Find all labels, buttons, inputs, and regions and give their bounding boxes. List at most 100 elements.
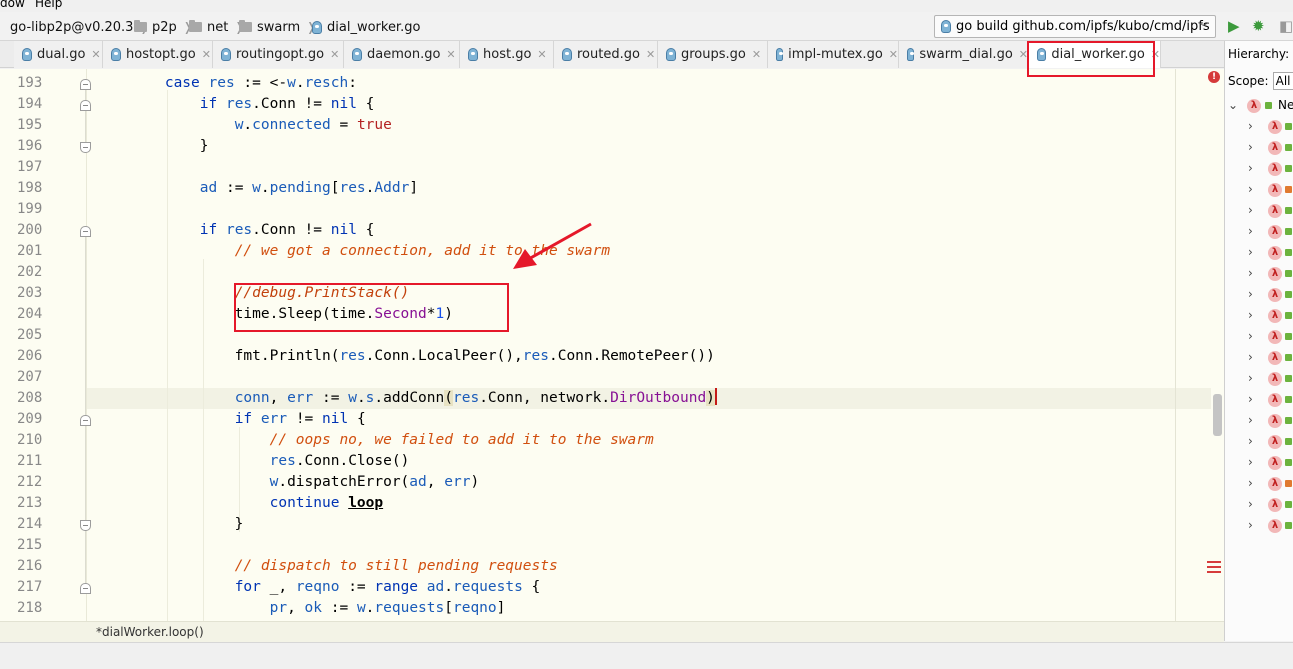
fold-marker[interactable] bbox=[80, 415, 91, 426]
hierarchy-item[interactable]: › λ bbox=[1225, 432, 1293, 453]
fold-marker[interactable] bbox=[80, 226, 91, 237]
hierarchy-item[interactable]: › λ bbox=[1225, 327, 1293, 348]
chevron-right-icon[interactable]: › bbox=[1248, 224, 1253, 238]
close-icon[interactable]: ✕ bbox=[91, 48, 100, 61]
tab-routed-go[interactable]: routed.go ✕ bbox=[554, 41, 658, 68]
visibility-icon bbox=[1285, 333, 1292, 340]
problems-marker-icon[interactable] bbox=[1207, 561, 1221, 575]
function-icon: λ bbox=[1268, 414, 1282, 428]
right-margin-guide bbox=[1175, 69, 1176, 621]
hierarchy-root[interactable]: ⌄ λ Ne bbox=[1225, 96, 1293, 117]
close-icon[interactable]: ✕ bbox=[889, 48, 898, 61]
close-icon[interactable]: ✕ bbox=[202, 48, 211, 61]
tab-hostopt-go[interactable]: hostopt.go ✕ bbox=[103, 41, 213, 68]
hierarchy-item[interactable]: › λ bbox=[1225, 495, 1293, 516]
chevron-right-icon[interactable]: › bbox=[1248, 140, 1253, 154]
hierarchy-item[interactable]: › λ bbox=[1225, 117, 1293, 138]
vertical-scrollbar[interactable] bbox=[1213, 394, 1222, 436]
breadcrumb-label: p2p bbox=[152, 19, 177, 35]
hierarchy-item[interactable]: › λ bbox=[1225, 348, 1293, 369]
tab-swarm-dial-go[interactable]: swarm_dial.go ✕ bbox=[899, 41, 1029, 68]
hierarchy-item[interactable]: › λ bbox=[1225, 264, 1293, 285]
fold-marker[interactable] bbox=[80, 79, 91, 90]
hierarchy-item[interactable]: › λ bbox=[1225, 180, 1293, 201]
breadcrumb-file[interactable]: dial_worker.go bbox=[312, 18, 420, 36]
line-number: 202 bbox=[17, 264, 43, 280]
chevron-right-icon[interactable]: › bbox=[1248, 434, 1253, 448]
chevron-right-icon[interactable]: › bbox=[1248, 287, 1253, 301]
fold-marker[interactable] bbox=[80, 100, 91, 111]
visibility-icon bbox=[1285, 438, 1292, 445]
hierarchy-item[interactable]: › λ bbox=[1225, 285, 1293, 306]
function-breadcrumb[interactable]: *dialWorker.loop() bbox=[96, 625, 204, 639]
function-icon: λ bbox=[1268, 393, 1282, 407]
hierarchy-item[interactable]: › λ bbox=[1225, 390, 1293, 411]
fold-marker[interactable] bbox=[80, 520, 91, 531]
menu-item-help[interactable]: Help bbox=[35, 0, 62, 10]
chevron-right-icon[interactable]: › bbox=[1248, 413, 1253, 427]
hierarchy-item[interactable]: › λ bbox=[1225, 516, 1293, 537]
error-indicator-icon[interactable]: ! bbox=[1208, 71, 1220, 83]
scope-select[interactable]: All bbox=[1272, 72, 1293, 90]
hierarchy-item[interactable]: › λ bbox=[1225, 369, 1293, 390]
run-icon[interactable]: ▶ bbox=[1228, 17, 1240, 35]
tab-impl-mutex-go[interactable]: impl-mutex.go ✕ bbox=[768, 41, 899, 68]
chevron-right-icon[interactable]: › bbox=[1248, 245, 1253, 259]
tab-host-go[interactable]: host.go ✕ bbox=[460, 41, 554, 68]
fold-marker[interactable] bbox=[80, 142, 91, 153]
close-icon[interactable]: ✕ bbox=[330, 48, 339, 61]
hierarchy-item[interactable]: › λ bbox=[1225, 201, 1293, 222]
chevron-down-icon[interactable]: ⌄ bbox=[1228, 98, 1238, 112]
tab-label: groups.go bbox=[681, 47, 746, 62]
hierarchy-item[interactable]: › λ bbox=[1225, 453, 1293, 474]
hierarchy-item[interactable]: › λ bbox=[1225, 243, 1293, 264]
coverage-icon[interactable]: ◧ bbox=[1279, 17, 1293, 35]
debug-icon[interactable]: ✹ bbox=[1252, 17, 1265, 35]
tab-dual-go[interactable]: dual.go ✕ bbox=[14, 41, 103, 68]
close-icon[interactable]: ✕ bbox=[537, 48, 546, 61]
chevron-right-icon[interactable]: › bbox=[1248, 266, 1253, 280]
chevron-right-icon[interactable]: › bbox=[1248, 119, 1253, 133]
tab-label: routed.go bbox=[577, 47, 640, 62]
breadcrumb-net[interactable]: net ❭ bbox=[189, 18, 244, 36]
chevron-right-icon[interactable]: › bbox=[1248, 161, 1253, 175]
function-icon: λ bbox=[1268, 288, 1282, 302]
chevron-right-icon[interactable]: › bbox=[1248, 392, 1253, 406]
breadcrumb-project[interactable]: go-libp2p@v0.20.3 ❭ bbox=[0, 18, 150, 36]
tab-routingopt-go[interactable]: routingopt.go ✕ bbox=[213, 41, 344, 68]
chevron-right-icon[interactable]: › bbox=[1248, 329, 1253, 343]
line-number: 199 bbox=[17, 201, 43, 217]
tab-label: impl-mutex.go bbox=[788, 47, 883, 62]
folder-icon bbox=[239, 20, 252, 32]
chevron-right-icon[interactable]: › bbox=[1248, 203, 1253, 217]
breadcrumb-p2p[interactable]: p2p ❭ bbox=[134, 18, 193, 36]
close-icon[interactable]: ✕ bbox=[752, 48, 761, 61]
hierarchy-item[interactable]: › λ bbox=[1225, 411, 1293, 432]
chevron-right-icon[interactable]: › bbox=[1248, 350, 1253, 364]
function-icon: λ bbox=[1268, 477, 1282, 491]
menu-item-window[interactable]: dow bbox=[0, 0, 25, 10]
hierarchy-item[interactable]: › λ bbox=[1225, 159, 1293, 180]
chevron-right-icon[interactable]: › bbox=[1248, 182, 1253, 196]
chevron-right-icon[interactable]: › bbox=[1248, 518, 1253, 532]
tab-daemon-go[interactable]: daemon.go ✕ bbox=[344, 41, 460, 68]
fold-marker[interactable] bbox=[80, 583, 91, 594]
breadcrumb-swarm[interactable]: swarm ❭ bbox=[239, 18, 316, 36]
run-configuration-select[interactable]: go build github.com/ipfs/kubo/cmd/ipfs ﹀ bbox=[934, 15, 1216, 38]
code-editor[interactable]: 193 194 195 196 197 198 199 200 201 202 … bbox=[0, 69, 1224, 621]
hierarchy-item[interactable]: › λ bbox=[1225, 306, 1293, 327]
go-file-icon bbox=[221, 48, 231, 61]
chevron-right-icon[interactable]: › bbox=[1248, 308, 1253, 322]
chevron-right-icon[interactable]: › bbox=[1248, 497, 1253, 511]
hierarchy-item[interactable]: › λ bbox=[1225, 138, 1293, 159]
tab-groups-go[interactable]: groups.go ✕ bbox=[658, 41, 768, 68]
chevron-right-icon[interactable]: › bbox=[1248, 476, 1253, 490]
chevron-right-icon[interactable]: › bbox=[1248, 371, 1253, 385]
hierarchy-item[interactable]: › λ bbox=[1225, 222, 1293, 243]
close-icon[interactable]: ✕ bbox=[646, 48, 655, 61]
close-icon[interactable]: ✕ bbox=[446, 48, 455, 61]
code-structure-breadcrumb[interactable]: *dialWorker.loop() bbox=[0, 621, 1224, 642]
chevron-right-icon[interactable]: › bbox=[1248, 455, 1253, 469]
hierarchy-item[interactable]: › λ bbox=[1225, 474, 1293, 495]
visibility-icon bbox=[1285, 396, 1292, 403]
